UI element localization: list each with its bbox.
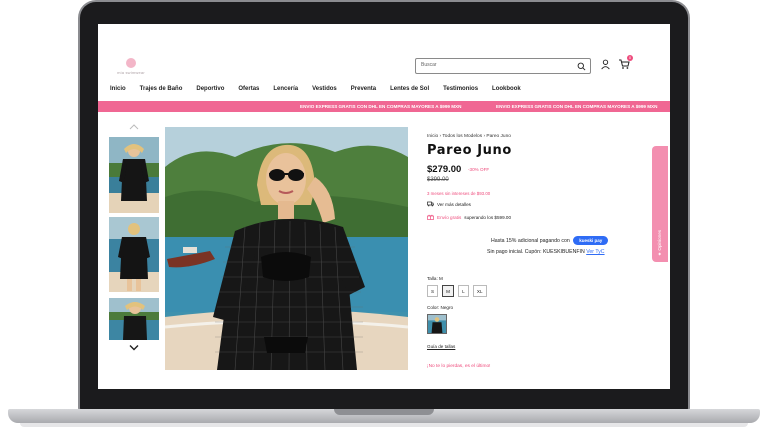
color-swatch-negro[interactable] xyxy=(427,314,447,334)
urgency-text: ¡No te lo pierdas, es el último! xyxy=(427,364,491,369)
size-selector: S M L XL xyxy=(427,285,487,297)
tyc-link[interactable]: Ver TyC xyxy=(586,249,604,255)
free-shipping-note: Envío gratis superando los $599.00 xyxy=(427,214,511,220)
kueski-pay-badge[interactable]: kueski pay xyxy=(573,236,609,245)
site-logo[interactable]: mia swimwear xyxy=(108,58,154,80)
search-placeholder: Buscar xyxy=(421,62,437,68)
promo-text-repeat: ENVIO EXPRESS GRATIS CON DHL EN COMPRAS … xyxy=(496,104,658,109)
discount-badge: -30% OFF xyxy=(468,167,490,172)
thumbnail-2[interactable] xyxy=(109,217,159,292)
nav-item-lenceria[interactable]: Lencería xyxy=(273,86,298,96)
nav-item-ofertas[interactable]: Ofertas xyxy=(238,86,259,96)
laptop-shadow xyxy=(20,423,748,427)
search-input[interactable]: Buscar xyxy=(415,58,591,74)
stage: mia swimwear Buscar 0 Inicio Trajes de B… xyxy=(0,0,768,432)
breadcrumb: Inicio › Todos los Modelos › Pareo Juno xyxy=(427,134,511,139)
coupon-text-line: Sin pago inicial. Cupón: KUESKIBUENFIN V… xyxy=(487,249,605,255)
product-main-image[interactable] xyxy=(165,127,408,370)
browser-screen: mia swimwear Buscar 0 Inicio Trajes de B… xyxy=(98,24,670,389)
product-title: Pareo Juno xyxy=(427,143,512,158)
breadcrumb-inicio[interactable]: Inicio xyxy=(427,134,438,139)
chevron-down-icon[interactable] xyxy=(129,344,139,351)
more-details-link[interactable]: Ver más detalles xyxy=(427,201,471,207)
size-option-l[interactable]: L xyxy=(457,285,469,297)
breadcrumb-current: Pareo Juno xyxy=(486,134,511,139)
thumbnail-1[interactable] xyxy=(109,137,159,213)
kueski-promo: Hasta 15% adicional pagando con kueski p… xyxy=(491,236,609,245)
chevron-up-icon[interactable] xyxy=(129,124,139,130)
nav-item-lookbook[interactable]: Lookbook xyxy=(492,86,521,96)
laptop-notch xyxy=(334,409,434,415)
old-price: $399.00 xyxy=(427,177,449,183)
reviews-tab-label: ★ Opiniones xyxy=(657,229,662,256)
nav-item-lentes[interactable]: Lentes de Sol xyxy=(390,86,429,96)
nav-item-testimonios[interactable]: Testimonios xyxy=(443,86,478,96)
nav-item-vestidos[interactable]: Vestidos xyxy=(312,86,337,96)
size-option-s[interactable]: S xyxy=(427,285,439,297)
product-price: $279.00 xyxy=(427,164,462,175)
nav-item-trajes[interactable]: Trajes de Baño xyxy=(140,86,183,96)
nav-item-deportivo[interactable]: Deportivo xyxy=(196,86,224,96)
main-nav: Inicio Trajes de Baño Deportivo Ofertas … xyxy=(110,86,535,96)
breadcrumb-modelos[interactable]: Todos los Modelos xyxy=(442,134,482,139)
nav-item-preventa[interactable]: Preventa xyxy=(351,86,376,96)
shipping-prefix: Envío gratis xyxy=(437,214,462,220)
promo-text: ENVIO EXPRESS GRATIS CON DHL EN COMPRAS … xyxy=(300,104,462,109)
size-option-xl[interactable]: XL xyxy=(472,285,487,297)
search-icon[interactable] xyxy=(577,62,586,71)
truck-icon xyxy=(427,201,434,207)
kueski-text: Hasta 15% adicional pagando con xyxy=(491,237,570,244)
promo-banner: ENVIO EXPRESS GRATIS CON DHL EN COMPRAS … xyxy=(98,101,670,112)
logo-mark xyxy=(126,58,136,68)
size-option-m[interactable]: M xyxy=(442,285,454,297)
size-label: Talla: M xyxy=(427,276,443,281)
logo-text: mia swimwear xyxy=(117,70,145,75)
more-details-label: Ver más detalles xyxy=(437,201,471,207)
color-label: Color: Negro xyxy=(427,305,454,310)
cart-badge: 0 xyxy=(627,55,633,61)
shipping-suffix: superando los $599.00 xyxy=(464,214,512,220)
size-guide-link[interactable]: Guía de tallas xyxy=(427,344,455,349)
coupon-text: Sin pago inicial. Cupón: KUESKIBUENFIN xyxy=(487,249,585,255)
installments-text: 3 meses sin intereses de $93.00 xyxy=(427,191,491,196)
user-icon[interactable] xyxy=(600,59,611,70)
reviews-side-tab[interactable]: ★ Opiniones xyxy=(652,146,668,262)
gift-icon xyxy=(427,214,434,220)
thumbnail-3[interactable] xyxy=(109,298,159,340)
nav-item-inicio[interactable]: Inicio xyxy=(110,86,126,96)
